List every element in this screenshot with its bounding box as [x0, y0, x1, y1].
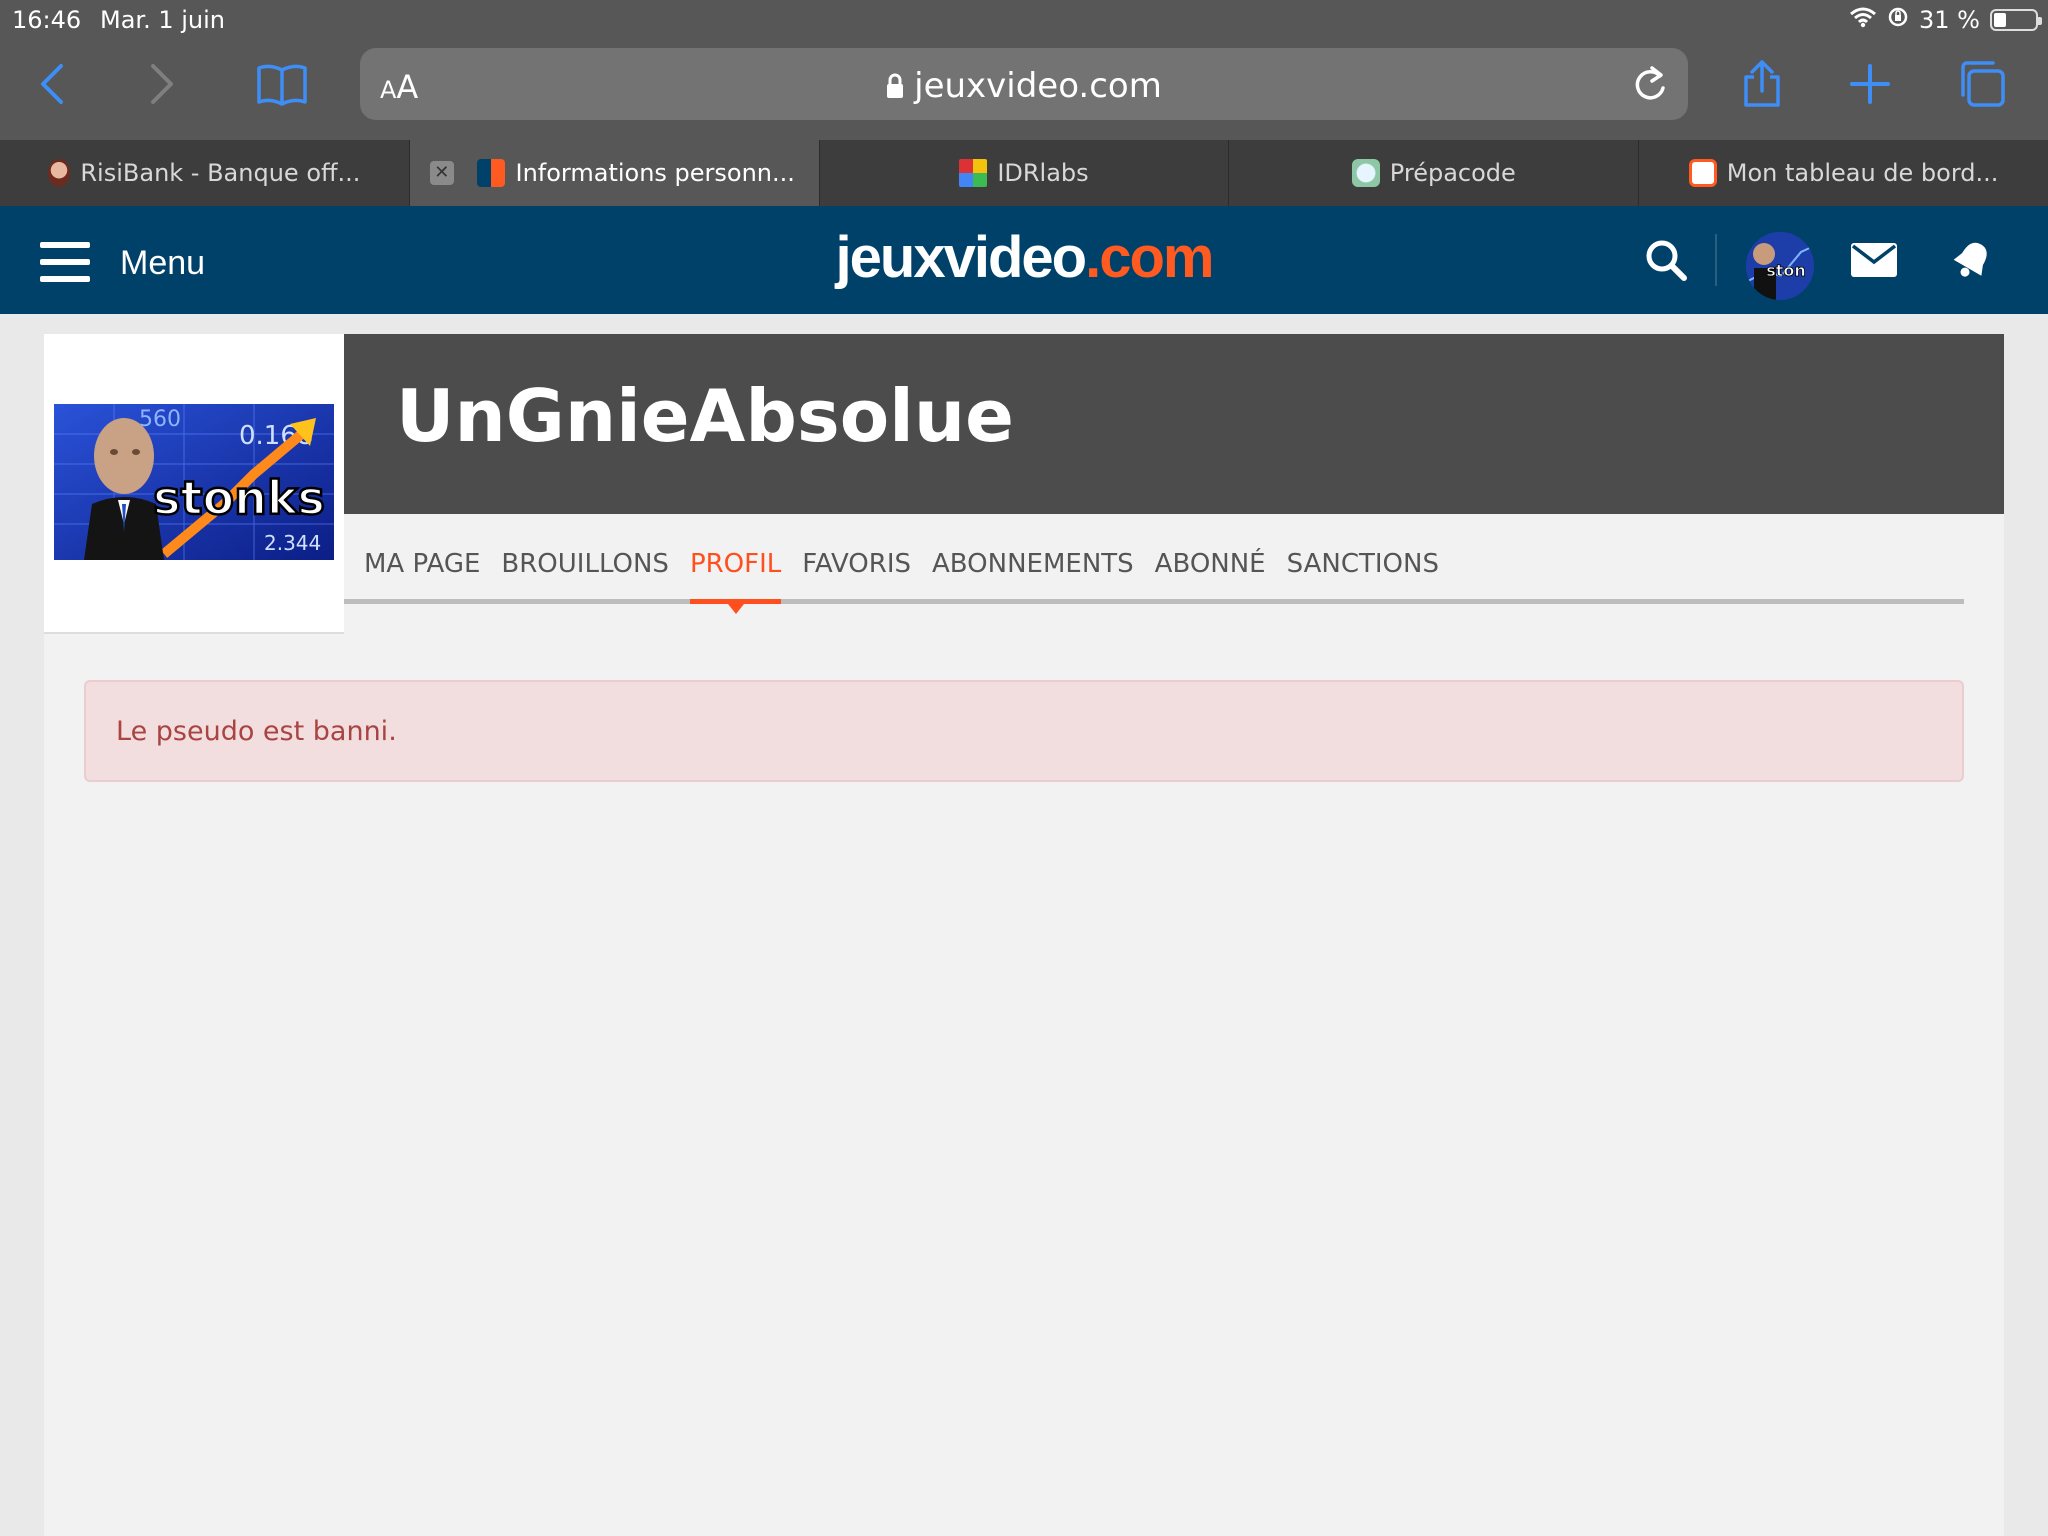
profile-banner: UnGnieAbsolue: [344, 334, 2004, 514]
svg-text:2.344: 2.344: [264, 531, 321, 555]
site-logo[interactable]: jeuxvideo.com: [0, 224, 2048, 291]
meme-caption: stonks: [153, 471, 325, 525]
tab-strip: RisiBank - Banque off... ✕ Informations …: [0, 140, 2048, 206]
status-indicators: 31 %: [1849, 4, 2042, 36]
url-display[interactable]: jeuxvideo.com: [360, 66, 1688, 106]
profile-avatar: 560 0.168 2.344 stonks: [54, 404, 334, 560]
status-time: 16:46: [12, 6, 82, 34]
notifications-button[interactable]: [1948, 236, 1996, 284]
battery-icon: [1990, 9, 2042, 31]
stonks-meme-image: 560 0.168 2.344 stonks: [54, 404, 334, 560]
close-icon[interactable]: ✕: [429, 161, 454, 185]
prepacode-favicon: [1351, 159, 1380, 187]
nav-brouillons[interactable]: BROUILLONS: [501, 544, 669, 599]
profile-card: 560 0.168 2.344 stonks: [44, 334, 344, 634]
jvc-favicon: [477, 159, 506, 187]
share-icon: [1744, 60, 1780, 107]
avatar-caption: ston: [1766, 261, 1806, 280]
site-header: Menu jeuxvideo.com ston: [0, 206, 2048, 314]
book-icon: [257, 64, 307, 106]
wifi-icon: [1849, 6, 1877, 34]
alert-message: Le pseudo est banni.: [116, 716, 397, 747]
reload-button[interactable]: [1630, 62, 1670, 111]
browser-toolbar: AA jeuxvideo.com: [0, 40, 2048, 140]
nav-favoris[interactable]: FAVORIS: [802, 544, 911, 599]
tabs-icon: [1961, 61, 2005, 107]
tabs-overview-button[interactable]: [1952, 54, 2012, 114]
tab-informations[interactable]: ✕ Informations personn...: [408, 140, 819, 206]
messages-button[interactable]: [1850, 236, 1898, 284]
idrlabs-favicon: [959, 159, 988, 187]
url-text: jeuxvideo.com: [914, 66, 1162, 106]
nav-abonnements[interactable]: ABONNEMENTS: [932, 544, 1134, 599]
svg-text:560: 560: [139, 407, 181, 432]
tableau-favicon: [1688, 159, 1717, 187]
tab-tableau-de-bord[interactable]: Mon tableau de bord...: [1638, 140, 2048, 206]
avatar-image: ston: [1746, 232, 1814, 300]
plus-icon: [1850, 64, 1890, 104]
tab-prepacode[interactable]: Prépacode: [1228, 140, 1638, 206]
battery-fill: [1994, 13, 2007, 27]
status-date: Mar. 1 juin: [100, 6, 225, 34]
profile-nav: MA PAGE BROUILLONS PROFIL FAVORIS ABONNE…: [344, 544, 1964, 614]
tab-idrlabs[interactable]: IDRlabs: [818, 140, 1229, 206]
back-button[interactable]: [22, 54, 82, 114]
risibank-favicon: [48, 159, 71, 187]
orientation-lock-icon: [1887, 6, 1909, 34]
bell-icon: [1953, 242, 1987, 277]
new-tab-button[interactable]: [1840, 54, 1900, 114]
status-bar: 16:46 Mar. 1 juin 31 %: [0, 0, 2048, 40]
header-divider: [1715, 234, 1717, 286]
nav-profil[interactable]: PROFIL: [689, 544, 782, 614]
envelope-icon: [1851, 243, 1897, 277]
profile-username: UnGnieAbsolue: [396, 374, 1014, 458]
chevron-left-icon: [41, 64, 63, 104]
tab-risibank[interactable]: RisiBank - Banque off...: [0, 140, 409, 206]
bookmarks-button[interactable]: [252, 54, 312, 114]
search-button[interactable]: [1642, 236, 1690, 284]
profile-page: 560 0.168 2.344 stonks UnGnieAbsolue MA …: [44, 334, 2004, 1536]
nav-abonne[interactable]: ABONNÉ: [1155, 544, 1266, 599]
search-icon: [1646, 240, 1687, 281]
nav-ma-page[interactable]: MA PAGE: [364, 544, 480, 599]
address-bar[interactable]: AA jeuxvideo.com: [360, 48, 1688, 120]
share-button[interactable]: [1732, 54, 1792, 114]
nav-sanctions[interactable]: SANCTIONS: [1287, 544, 1439, 599]
chevron-right-icon: [151, 64, 173, 104]
reload-icon: [1635, 66, 1665, 100]
ban-alert: Le pseudo est banni.: [84, 680, 1964, 782]
battery-percent: 31 %: [1919, 6, 1980, 34]
avatar[interactable]: ston: [1746, 232, 1814, 300]
lock-icon: [887, 73, 904, 98]
forward-button[interactable]: [132, 54, 192, 114]
